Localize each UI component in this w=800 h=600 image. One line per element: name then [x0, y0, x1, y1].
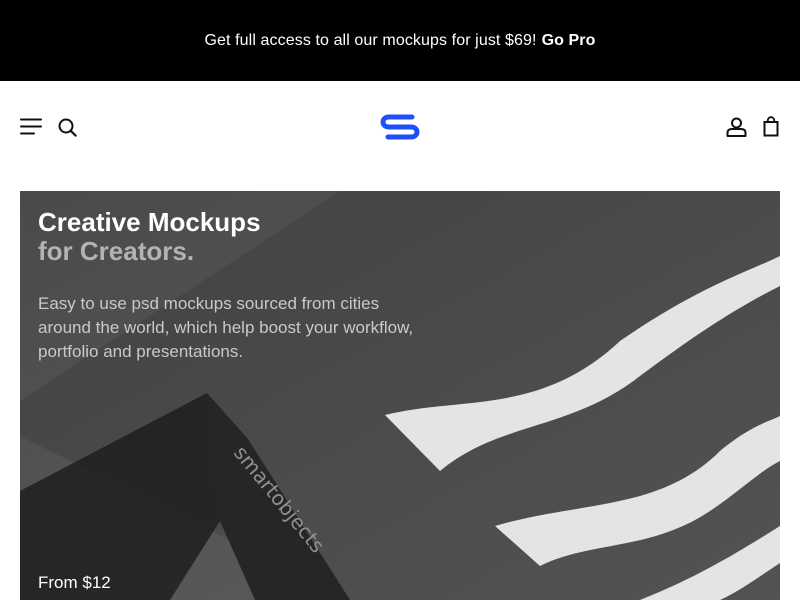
hero-title: Creative Mockups for Creators.: [38, 208, 261, 266]
promo-text: Get full access to all our mockups for j…: [204, 31, 537, 49]
hamburger-menu-icon[interactable]: [20, 118, 43, 135]
hero-title-line2: for Creators.: [38, 236, 195, 266]
search-icon[interactable]: [58, 118, 77, 137]
brand-logo-icon[interactable]: [378, 113, 422, 141]
site-header: [0, 81, 800, 191]
go-pro-link[interactable]: Go Pro: [542, 32, 596, 50]
shopping-bag-icon[interactable]: [763, 116, 779, 137]
hero-banner[interactable]: smartobjects Creative Mockups for Creato…: [20, 191, 780, 600]
promo-banner: Get full access to all our mockups for j…: [0, 0, 800, 81]
hero-price: From $12: [38, 573, 111, 592]
hero-description: Easy to use psd mockups sourced from cit…: [38, 294, 414, 361]
user-account-icon[interactable]: [726, 117, 747, 137]
hero-title-line1: Creative Mockups: [38, 207, 261, 237]
